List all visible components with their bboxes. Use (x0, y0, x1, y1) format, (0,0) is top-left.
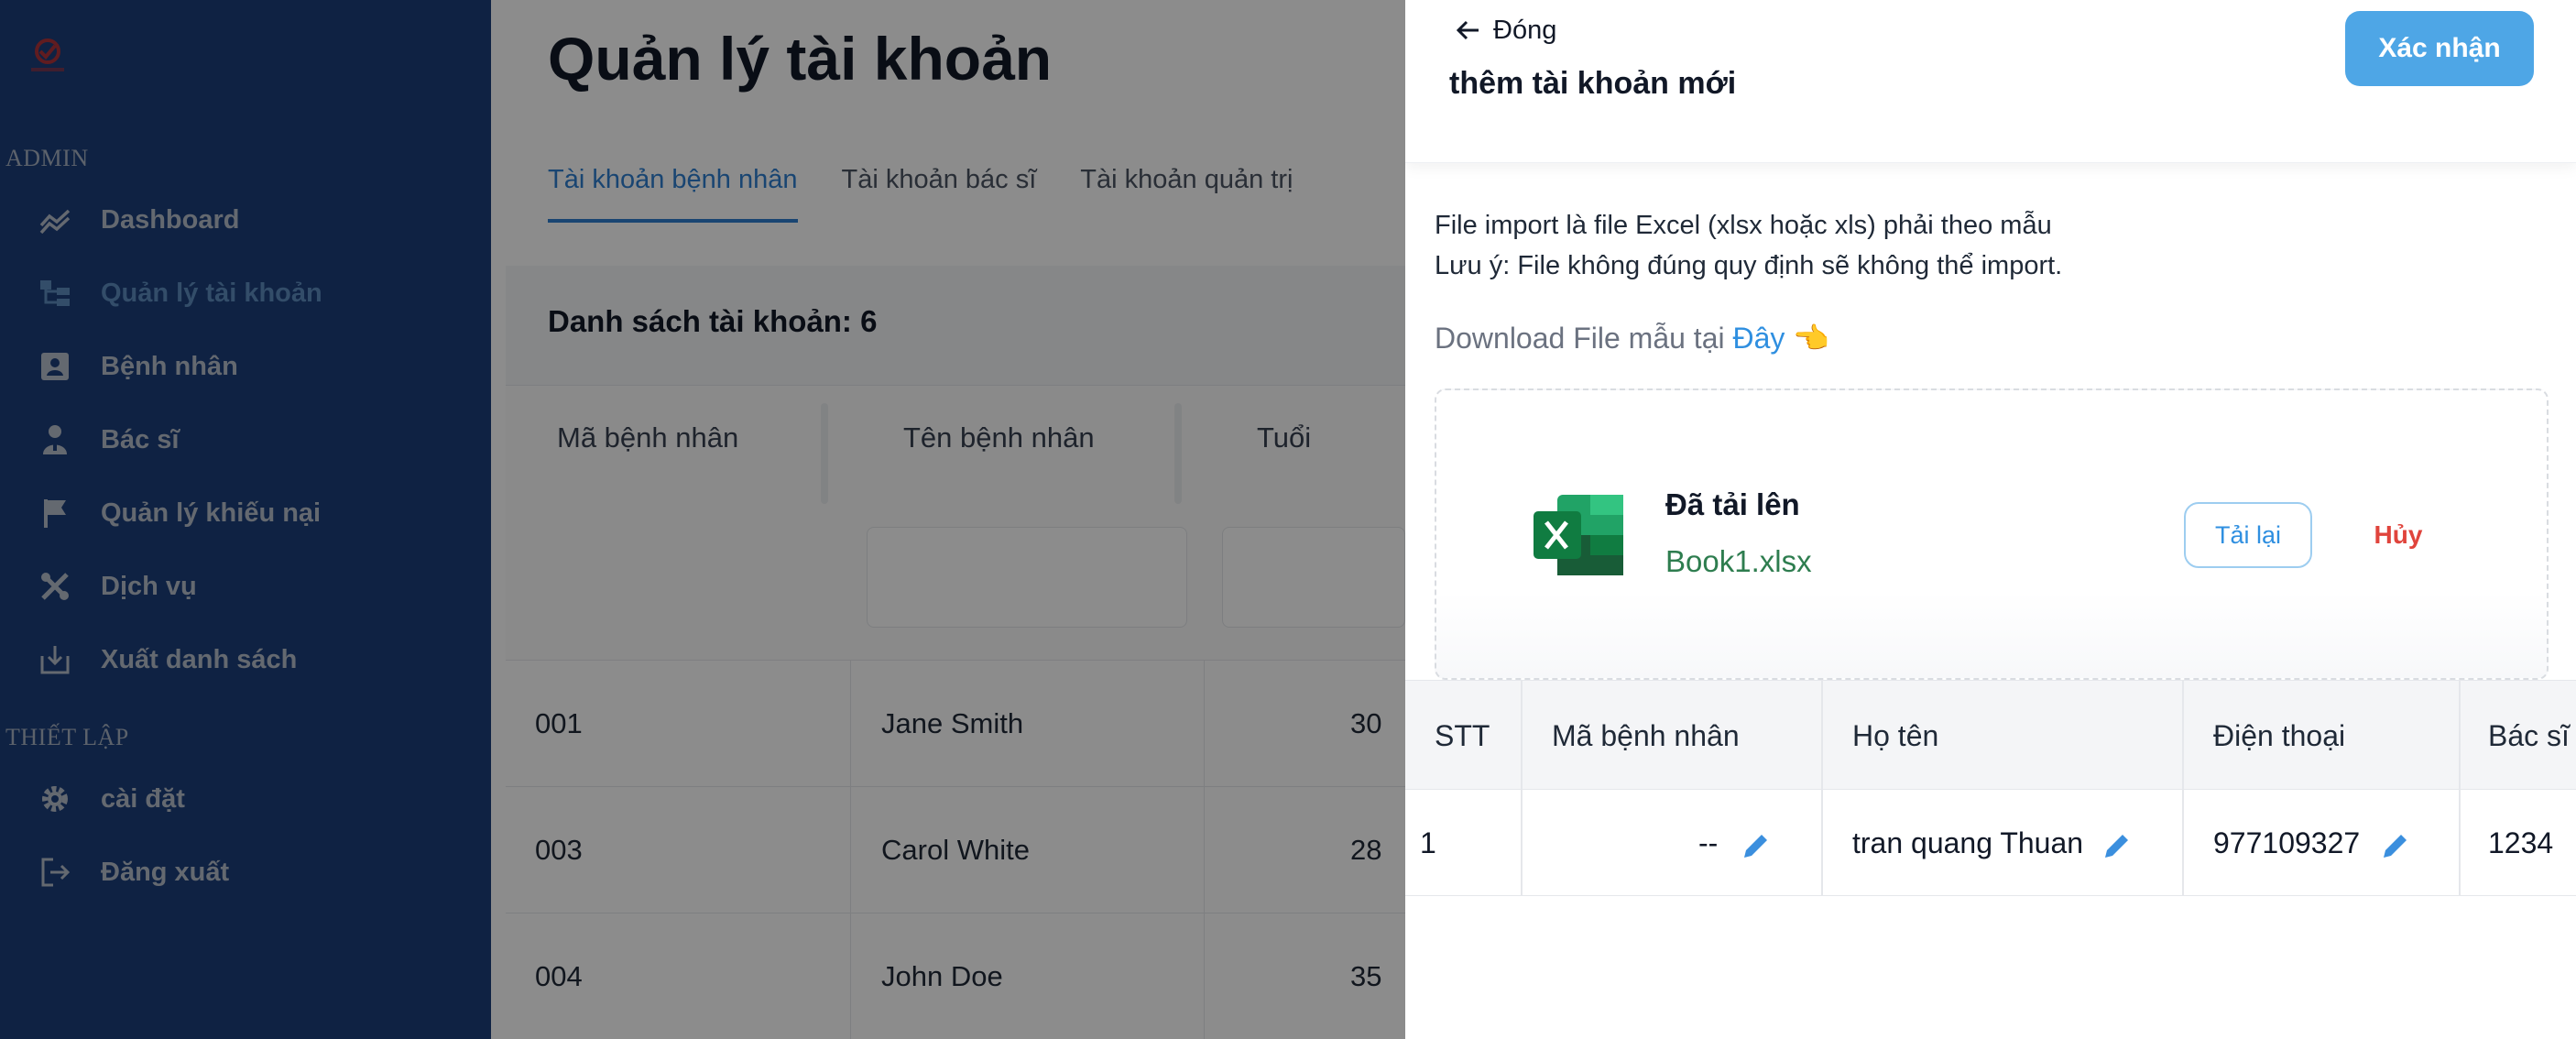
close-label: Đóng (1493, 15, 1557, 45)
file-upload-dropzone[interactable]: Đã tải lên Book1.xlsx Tải lại Hủy (1435, 388, 2549, 680)
add-account-drawer: Đóng thêm tài khoản mới Xác nhận File im… (1405, 0, 2576, 1039)
arrow-left-icon (1456, 20, 1479, 40)
column-header-phone: Điện thoại (2213, 719, 2346, 752)
pointing-hand-icon: 👈 (1793, 322, 1830, 355)
column-divider (2459, 680, 2461, 896)
edit-pencil-icon[interactable] (2101, 830, 2133, 861)
upload-status-title: Đã tải lên (1665, 487, 1800, 521)
drawer-header: Đóng thêm tài khoản mới Xác nhận (1405, 0, 2576, 163)
edit-pencil-icon[interactable] (1741, 830, 1772, 861)
table-row[interactable]: 1 -- tran quang Thuan 977109327 1234 (1405, 790, 2576, 896)
cell-phone: 977109327 (2213, 826, 2361, 859)
column-header-patient-code: Mã bệnh nhân (1552, 719, 1740, 752)
drawer-title: thêm tài khoản mới (1449, 66, 1737, 101)
import-preview-table: STT Mã bệnh nhân Họ tên Điện thoại Bác s… (1405, 680, 2576, 896)
uploaded-filename: Book1.xlsx (1665, 544, 1812, 578)
column-header-fullname: Họ tên (1852, 719, 1939, 752)
cell-patient-code: -- (1698, 826, 1719, 859)
edit-pencil-icon[interactable] (2380, 830, 2411, 861)
close-drawer-button[interactable]: Đóng (1453, 15, 1556, 46)
download-template: Download File mẫu tại Đây 👈 (1435, 321, 1829, 355)
column-divider (2182, 680, 2184, 896)
excel-file-icon (1534, 493, 1625, 577)
column-divider (1521, 680, 1523, 896)
download-template-link[interactable]: Đây (1732, 322, 1785, 355)
cell-fullname: tran quang Thuan (1852, 826, 2084, 859)
confirm-button[interactable]: Xác nhận (2345, 11, 2534, 86)
reload-file-button[interactable]: Tải lại (2184, 502, 2312, 568)
column-divider (1821, 680, 1823, 896)
cancel-upload-button[interactable]: Hủy (2352, 502, 2444, 568)
import-warning: Lưu ý: File không đúng quy định sẽ không… (1435, 251, 2063, 280)
cell-doctor: 1234 (2488, 826, 2554, 859)
download-text: Download File mẫu tại (1435, 322, 1725, 355)
column-header-doctor: Bác sĩ (2488, 719, 2570, 752)
column-header-stt: STT (1435, 719, 1490, 752)
import-note: File import là file Excel (xlsx hoặc xls… (1435, 211, 2052, 240)
cell-stt: 1 (1420, 826, 1436, 859)
table-header: STT Mã bệnh nhân Họ tên Điện thoại Bác s… (1405, 680, 2576, 790)
modal-backdrop[interactable] (0, 0, 1405, 1039)
